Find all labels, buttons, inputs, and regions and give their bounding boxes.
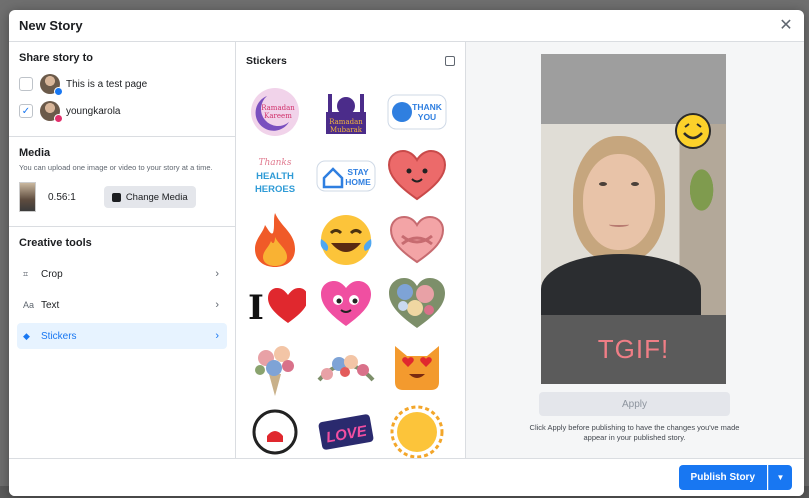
sticker-text: YOU: [418, 112, 436, 122]
heart-eyes-cat-sticker[interactable]: [384, 336, 450, 400]
photo-mouth: [609, 222, 629, 227]
photo-sweater: [541, 254, 701, 324]
photo-face: [583, 154, 655, 250]
dialog-title: New Story: [19, 18, 83, 33]
new-story-dialog: New Story ✕ Share story to This is a tes…: [9, 10, 804, 496]
sticker-text: I: [248, 288, 264, 327]
sticker-text: Thanks: [258, 158, 291, 168]
pink-heart-face-sticker[interactable]: [313, 272, 379, 336]
change-media-label: Change Media: [125, 191, 188, 203]
share-checkbox-youngkarola[interactable]: ✓: [19, 104, 33, 118]
ramadan-kareem-sticker[interactable]: Ramadan Kareem: [242, 80, 308, 144]
sticker-text: THANK: [412, 102, 443, 112]
story-photo: [541, 124, 726, 324]
dialog-footer: Publish Story ▼: [9, 458, 804, 496]
change-media-button[interactable]: Change Media: [103, 186, 196, 208]
facebook-badge-icon: [54, 87, 63, 96]
sticker-text: HOME: [345, 177, 371, 187]
sticker-text: HEROES: [255, 184, 295, 195]
i-love-sticker[interactable]: I: [242, 272, 308, 336]
sticker-icon: ◆: [23, 330, 30, 341]
stickers-panel: Stickers Ramadan Kareem Ramadan Mubarak TH…: [236, 42, 466, 458]
flower-garland-sticker[interactable]: [313, 336, 379, 400]
tool-label: Stickers: [41, 330, 77, 342]
avatar: [40, 74, 63, 96]
stickers-header: Stickers: [236, 42, 465, 80]
share-target-test-page[interactable]: This is a test page: [19, 72, 225, 96]
sticker-text: STAY: [347, 167, 369, 177]
stickers-title: Stickers: [246, 55, 287, 67]
sticker-text: Ramadan: [261, 104, 295, 112]
smiley-sticker-overlay[interactable]: [674, 112, 712, 150]
photo-eye: [631, 182, 639, 186]
share-title: Share story to: [19, 52, 93, 64]
tool-stickers[interactable]: ◆ Stickers ›: [17, 323, 227, 349]
smiling-heart-sticker[interactable]: [384, 144, 450, 208]
chevron-right-icon: ›: [215, 330, 219, 342]
chevron-right-icon: ›: [215, 299, 219, 311]
love-sticker[interactable]: LOVE: [313, 400, 379, 458]
left-panel: Share story to This is a test page ✓ you…: [9, 42, 236, 458]
crop-icon: ⌗: [23, 268, 29, 279]
partial-sticker-1[interactable]: [242, 400, 308, 458]
creative-tools-section: Creative tools ⌗ Crop › Aa Text › ◆ Stic…: [9, 227, 235, 358]
fire-sticker[interactable]: [242, 208, 308, 272]
instagram-badge-icon: [54, 114, 63, 123]
story-overlay-text[interactable]: TGIF!: [598, 334, 669, 365]
floral-heart-sticker[interactable]: [384, 272, 450, 336]
apply-button[interactable]: Apply: [539, 392, 730, 416]
thank-you-sticker[interactable]: THANK YOU: [384, 80, 450, 144]
share-target-label: This is a test page: [66, 78, 148, 90]
share-target-youngkarola[interactable]: ✓ youngkarola: [19, 99, 225, 123]
creative-tools-title: Creative tools: [19, 237, 92, 249]
text-icon: Aa: [23, 300, 35, 310]
ramadan-mubarak-sticker[interactable]: Ramadan Mubarak: [313, 80, 379, 144]
thanks-health-heroes-sticker[interactable]: Thanks HEALTH HEROES: [242, 144, 308, 208]
chevron-right-icon: ›: [215, 268, 219, 280]
share-checkbox-test-page[interactable]: [19, 77, 33, 91]
avatar: [40, 101, 63, 123]
media-thumbnail: [19, 182, 36, 212]
stay-home-sticker[interactable]: STAY HOME: [313, 144, 379, 208]
share-section: Share story to This is a test page ✓ you…: [9, 42, 235, 137]
tool-label: Crop: [41, 268, 63, 280]
flower-bouquet-sticker[interactable]: [242, 336, 308, 400]
media-title: Media: [19, 147, 51, 159]
media-section: Media You can upload one image or video …: [9, 137, 235, 227]
dialog-header: New Story ✕: [9, 10, 804, 42]
publish-options-caret-icon[interactable]: ▼: [768, 465, 792, 490]
tool-label: Text: [41, 299, 60, 311]
sticker-text: HEALTH: [256, 171, 294, 182]
sticker-text: Kareem: [264, 112, 292, 120]
tool-text[interactable]: Aa Text ›: [17, 292, 227, 318]
share-target-label: youngkarola: [66, 105, 121, 117]
apply-note: Click Apply before publishing to have th…: [529, 423, 740, 442]
sticker-grid: Ramadan Kareem Ramadan Mubarak THANK YOU Th…: [236, 80, 465, 458]
sticker-text: Ramadan: [329, 118, 363, 126]
tears-of-joy-sticker[interactable]: [313, 208, 379, 272]
hugging-heart-sticker[interactable]: [384, 208, 450, 272]
plant-decoration: [688, 154, 722, 214]
media-row: 0.56:1 Change Media: [19, 182, 225, 212]
photo-eye: [599, 182, 607, 186]
story-preview-panel: TGIF! Apply Click Apply before publishin…: [466, 42, 804, 458]
media-hint: You can upload one image or video to you…: [19, 163, 213, 172]
sticker-text: Mubarak: [330, 126, 363, 134]
story-canvas: TGIF!: [541, 54, 726, 384]
media-icon: [111, 192, 121, 202]
close-icon[interactable]: ✕: [776, 16, 796, 36]
media-ratio: 0.56:1: [48, 191, 76, 203]
story-bottom-band: TGIF!: [541, 315, 726, 384]
sun-sticker[interactable]: [384, 400, 450, 458]
publish-story-button[interactable]: Publish Story: [678, 465, 767, 490]
tool-crop[interactable]: ⌗ Crop ›: [17, 261, 227, 287]
sticker-library-icon[interactable]: [445, 56, 455, 66]
